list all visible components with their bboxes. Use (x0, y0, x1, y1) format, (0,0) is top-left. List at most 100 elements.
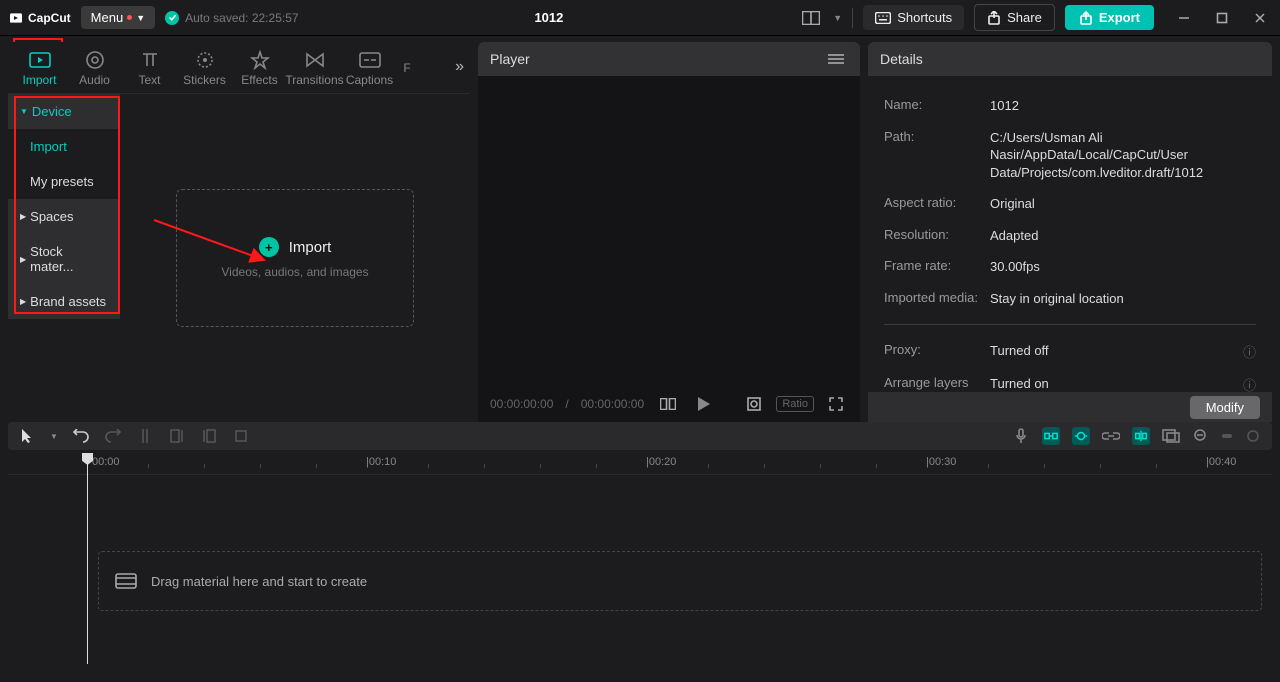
minimize-button[interactable] (1172, 6, 1196, 30)
tab-captions[interactable]: Captions (342, 42, 397, 94)
player-viewport[interactable]: 00:00:00:00 / 00:00:00:00 Ratio (478, 76, 860, 422)
import-subtitle: Videos, audios, and images (221, 265, 368, 279)
delete-right-icon[interactable] (200, 427, 218, 445)
player-scale-icon[interactable] (742, 392, 766, 416)
ratio-button[interactable]: Ratio (776, 396, 814, 412)
redo-icon[interactable] (104, 427, 122, 445)
ruler-tick: |00:40 (1206, 456, 1236, 468)
player-panel: Player 00:00:00:00 / 00:00:00:00 Ratio (478, 42, 860, 422)
share-icon (987, 11, 1001, 25)
sidebar-item-brand[interactable]: ▶Brand assets (8, 284, 120, 319)
player-header-title: Player (490, 51, 530, 67)
ruler-minor-tick (1044, 464, 1045, 468)
delete-left-icon[interactable] (168, 427, 186, 445)
menu-dot-icon (127, 15, 132, 20)
ruler-minor-tick (484, 464, 485, 468)
caret-right-icon: ▶ (20, 255, 26, 264)
detail-value: Adapted (990, 227, 1256, 245)
play-button[interactable] (692, 392, 716, 416)
modify-bar: Modify (868, 392, 1272, 422)
ruler-tick: |00:30 (926, 456, 956, 468)
player-compare-icon[interactable] (656, 392, 680, 416)
detail-value: Turned off (990, 342, 1243, 360)
tab-label: Effects (241, 73, 277, 87)
modify-button[interactable]: Modify (1190, 396, 1260, 419)
link-icon[interactable] (1102, 427, 1120, 445)
sidebar-label: My presets (30, 174, 94, 189)
tab-filters-truncated[interactable]: F (397, 42, 417, 94)
plus-icon: + (259, 237, 279, 257)
more-tabs-button[interactable]: » (455, 58, 464, 76)
ruler-minor-tick (148, 464, 149, 468)
magnet-main-icon[interactable] (1042, 427, 1060, 445)
caret-right-icon: ▶ (20, 212, 26, 221)
sidebar-item-import[interactable]: Import (8, 129, 120, 164)
import-drop-zone[interactable]: + Import Videos, audios, and images (176, 189, 414, 327)
detail-row-proxy: Proxy: Turned off ⓘ (884, 335, 1256, 368)
sidebar-item-stock[interactable]: ▶Stock mater... (8, 234, 120, 284)
layout-icon[interactable] (799, 6, 823, 30)
tab-label: Import (22, 73, 56, 87)
ruler-tick: 00:00 (92, 456, 120, 468)
sidebar-label: Import (30, 139, 67, 154)
mic-icon[interactable] (1012, 427, 1030, 445)
menu-button[interactable]: Menu ▼ (81, 6, 155, 29)
playhead[interactable] (87, 453, 88, 664)
split-icon[interactable] (136, 427, 154, 445)
crop-icon[interactable] (232, 427, 250, 445)
export-button[interactable]: Export (1065, 5, 1154, 30)
shortcuts-label: Shortcuts (897, 10, 952, 25)
drop-hint-text: Drag material here and start to create (151, 574, 367, 589)
sidebar-item-mypresets[interactable]: My presets (8, 164, 120, 199)
import-title: Import (289, 239, 332, 256)
zoom-slider[interactable] (1222, 434, 1232, 438)
timeline-tracks[interactable]: Drag material here and start to create (8, 474, 1272, 676)
detail-label: Resolution: (884, 227, 990, 242)
time-separator: / (565, 397, 568, 411)
share-button[interactable]: Share (974, 4, 1055, 31)
pointer-tool-icon[interactable] (18, 427, 36, 445)
detail-value: 30.00fps (990, 258, 1256, 276)
timeline-ruler[interactable]: 00:00 |00:10 |00:20 |00:30 |00:40 (8, 452, 1272, 474)
timeline-drop-hint[interactable]: Drag material here and start to create (98, 551, 1262, 611)
ruler-minor-tick (596, 464, 597, 468)
ruler-tick: |00:20 (646, 456, 676, 468)
cover-icon[interactable] (1162, 427, 1180, 445)
shortcuts-button[interactable]: Shortcuts (863, 5, 964, 30)
tab-import[interactable]: Import (12, 42, 67, 94)
zoom-out-icon[interactable] (1192, 427, 1210, 445)
detail-row-name: Name: 1012 (884, 90, 1256, 122)
preview-axis-icon[interactable] (1132, 427, 1150, 445)
tab-transitions[interactable]: Transitions (287, 42, 342, 94)
tab-text[interactable]: Text (122, 42, 177, 94)
magnet-auto-icon[interactable] (1072, 427, 1090, 445)
info-icon[interactable]: ⓘ (1243, 342, 1256, 361)
menu-label: Menu (91, 10, 124, 25)
detail-row-resolution: Resolution: Adapted (884, 220, 1256, 252)
close-button[interactable] (1248, 6, 1272, 30)
tab-audio[interactable]: Audio (67, 42, 122, 94)
detail-label: Path: (884, 129, 990, 144)
fullscreen-icon[interactable] (824, 392, 848, 416)
clip-icon (115, 573, 137, 589)
caret-right-icon: ▶ (20, 297, 26, 306)
media-sidebar: ▼Device Import My presets ▶Spaces ▶Stock… (8, 94, 120, 422)
ruler-tick: |00:10 (366, 456, 396, 468)
detail-row-aspect: Aspect ratio: Original (884, 188, 1256, 220)
ruler-minor-tick (1156, 464, 1157, 468)
tab-label: Captions (346, 73, 393, 87)
detail-label: Arrange layers (884, 375, 990, 390)
chevron-down-icon[interactable]: ▼ (50, 432, 58, 441)
detail-row-path: Path: C:/Users/Usman Ali Nasir/AppData/L… (884, 122, 1256, 189)
tab-effects[interactable]: Effects (232, 42, 287, 94)
tab-stickers[interactable]: Stickers (177, 42, 232, 94)
ruler-minor-tick (820, 464, 821, 468)
sidebar-item-spaces[interactable]: ▶Spaces (8, 199, 120, 234)
autosave-status: Auto saved: 22:25:57 (165, 11, 298, 25)
sidebar-item-device[interactable]: ▼Device (8, 94, 120, 129)
details-header-title: Details (880, 51, 923, 67)
timeline-settings-icon[interactable] (1244, 427, 1262, 445)
player-menu-icon[interactable] (824, 47, 848, 71)
undo-icon[interactable] (72, 427, 90, 445)
maximize-button[interactable] (1210, 6, 1234, 30)
